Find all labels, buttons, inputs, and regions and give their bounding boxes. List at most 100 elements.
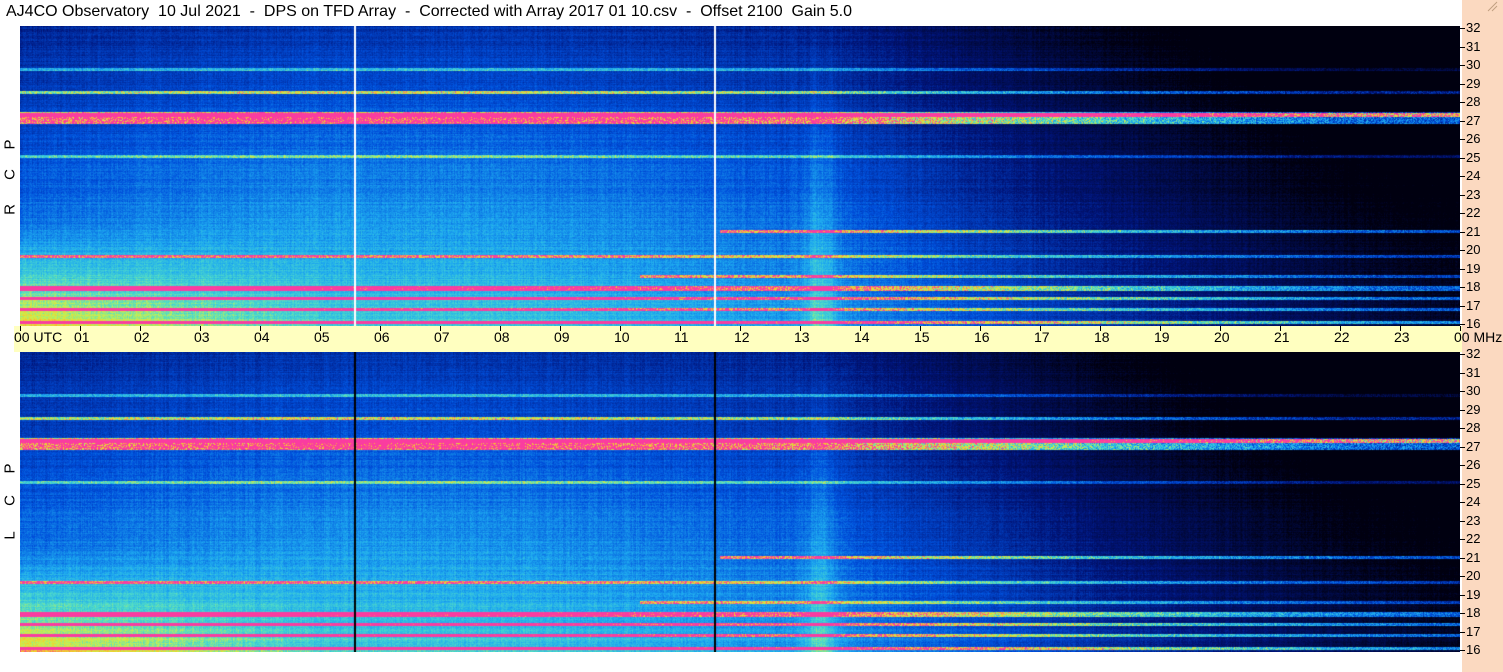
frequency-tickmark	[1460, 576, 1465, 577]
frequency-tick-label: 24	[1466, 494, 1481, 509]
frequency-tick-label: 27	[1466, 438, 1481, 454]
polarization-letter: R	[1, 204, 19, 215]
polarization-letter: C	[1, 495, 19, 506]
frequency-tickmark	[1460, 46, 1465, 48]
frequency-tick-label: 28	[1466, 420, 1481, 435]
frequency-tick-label: 20	[1466, 568, 1481, 583]
frequency-tick-label: 21	[1466, 223, 1481, 239]
time-tick-label: 14	[854, 329, 870, 345]
time-tick-label: 11	[674, 329, 689, 345]
frequency-tick-label: 32	[1466, 346, 1481, 361]
frequency-tickmark	[1460, 250, 1465, 251]
time-tick-label: 18	[1094, 329, 1110, 345]
time-tick-label: 23	[1394, 329, 1410, 345]
frequency-tick-label: 20	[1466, 242, 1481, 257]
time-axis: 00 UTC 01 02 03 04 05 06 07 08 09 10 11 12 13 14 15 16 17…	[14, 326, 1502, 352]
time-tick-label: 20	[1214, 329, 1230, 345]
polarization-letter: P	[1, 139, 19, 150]
frequency-tickmark	[1460, 539, 1465, 540]
frequency-tickmark	[1460, 102, 1465, 103]
frequency-tickmark	[1460, 324, 1465, 325]
frequency-tick-label: 24	[1466, 168, 1481, 183]
frequency-tickmark	[1460, 354, 1465, 355]
frequency-tickmark	[1460, 372, 1465, 374]
time-tick-label: 01	[74, 329, 90, 345]
time-tick-label: 09	[554, 329, 570, 345]
time-tick-label: 22	[1334, 329, 1350, 345]
time-tick-label: 04	[254, 329, 270, 345]
frequency-tick-label: 21	[1466, 549, 1481, 565]
time-tick-label: 10	[614, 329, 630, 345]
frequency-tickmark	[1460, 446, 1465, 448]
frequency-tickmark	[1460, 428, 1465, 429]
frequency-tick-label: 25	[1466, 475, 1481, 491]
frequency-tick-label: 26	[1466, 131, 1481, 146]
frequency-tick-label: 22	[1466, 531, 1481, 546]
frequency-tick-label: 29	[1466, 401, 1481, 417]
frequency-tickmark	[1460, 287, 1465, 288]
spectrogram-lcp	[20, 352, 1460, 652]
frequency-tick-label: 31	[1466, 364, 1481, 380]
polarization-letter: C	[1, 169, 19, 180]
time-tick-label: 05	[314, 329, 330, 345]
polarization-label-lcp: P C L	[0, 352, 20, 652]
frequency-tickmark	[1460, 157, 1465, 159]
frequency-tickmark	[1460, 465, 1465, 466]
frequency-tick-label: 19	[1466, 586, 1481, 602]
time-tick-label: 15	[914, 329, 930, 345]
frequency-tickmark	[1460, 65, 1465, 66]
frequency-tick-label: 31	[1466, 38, 1481, 54]
frequency-tickmark	[1460, 520, 1465, 522]
title-bar: AJ4CO Observatory 10 Jul 2021 - DPS on T…	[0, 0, 1462, 26]
frequency-tickmark	[1460, 231, 1465, 233]
time-tick-label: 03	[194, 329, 210, 345]
frequency-tick-label: 18	[1466, 605, 1481, 620]
polarization-letter: L	[1, 531, 19, 540]
time-tick-label: 02	[134, 329, 150, 345]
spectrogram-canvas-lcp	[20, 352, 1460, 652]
frequency-tickmark	[1460, 594, 1465, 596]
time-tick-label: 08	[494, 329, 510, 345]
frequency-tick-label: 23	[1466, 512, 1481, 528]
frequency-tickmark	[1460, 139, 1465, 140]
frequency-tick-label: 22	[1466, 205, 1481, 220]
time-tick-label: 19	[1154, 329, 1170, 345]
time-tick-label: 21	[1274, 329, 1290, 345]
chart-title: AJ4CO Observatory 10 Jul 2021 - DPS on T…	[6, 3, 853, 20]
frequency-tickmark	[1460, 409, 1465, 411]
frequency-tickmark	[1460, 194, 1465, 196]
frequency-tick-label: 29	[1466, 75, 1481, 91]
frequency-tickmark	[1460, 120, 1465, 122]
time-tick-label: 07	[434, 329, 450, 345]
frequency-tickmark	[1460, 650, 1465, 651]
frequency-tickmark	[1460, 268, 1465, 270]
frequency-tickmark	[1460, 83, 1465, 85]
frequency-tick-label: 26	[1466, 457, 1481, 472]
frequency-tick-label: 30	[1466, 57, 1481, 72]
frequency-tickmark	[1460, 391, 1465, 392]
spectrogram-rcp	[20, 26, 1460, 326]
frequency-tickmark	[1460, 613, 1465, 614]
frequency-tickmark	[1460, 28, 1465, 29]
time-tick-label: 00 MHz	[1454, 329, 1503, 345]
frequency-tick-label: 25	[1466, 149, 1481, 165]
frequency-tick-label: 17	[1466, 297, 1481, 313]
time-tick-label: 06	[374, 329, 390, 345]
polarization-letter: P	[1, 463, 19, 474]
frequency-tick-label: 27	[1466, 112, 1481, 128]
frequency-tickmark	[1460, 176, 1465, 177]
time-tick-label: 16	[974, 329, 990, 345]
frequency-tick-label: 23	[1466, 186, 1481, 202]
polarization-label-rcp: P C R	[0, 26, 20, 326]
frequency-tick-label: 17	[1466, 623, 1481, 639]
frequency-tick-label: 28	[1466, 94, 1481, 109]
frequency-tickmark	[1460, 483, 1465, 485]
frequency-tickmark	[1460, 557, 1465, 559]
time-tick-label: 00 UTC	[14, 329, 63, 345]
frequency-tick-label: 32	[1466, 20, 1481, 35]
frequency-tickmark	[1460, 502, 1465, 503]
frequency-tick-label: 30	[1466, 383, 1481, 398]
time-tick-label: 17	[1034, 329, 1050, 345]
frequency-tick-label: 16	[1466, 642, 1481, 657]
frequency-tickmark	[1460, 305, 1465, 307]
